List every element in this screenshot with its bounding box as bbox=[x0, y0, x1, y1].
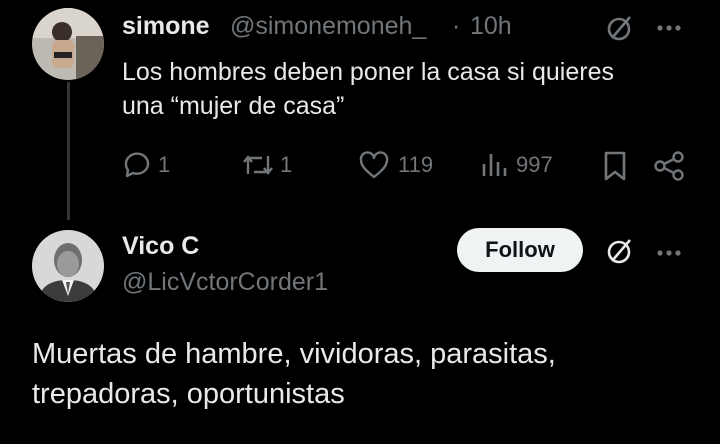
views-count: 997 bbox=[516, 152, 553, 177]
reply-icon bbox=[124, 152, 150, 178]
reply-button[interactable]: 1 bbox=[122, 150, 170, 180]
tweet2-handle[interactable]: @LicVctorCorder1 bbox=[122, 268, 328, 297]
bookmark-icon[interactable] bbox=[602, 150, 628, 187]
grok-icon[interactable] bbox=[606, 237, 634, 270]
repost-button[interactable]: 1 bbox=[240, 150, 292, 180]
avatar-simone[interactable] bbox=[32, 8, 104, 80]
tweet1-text-line2: una “mujer de casa” bbox=[122, 92, 345, 120]
like-button[interactable]: 119 bbox=[358, 150, 433, 180]
more-options-icon[interactable] bbox=[656, 245, 686, 263]
grok-icon[interactable] bbox=[606, 14, 634, 47]
tweet2-text-line2: trepadoras, oportunistas bbox=[32, 378, 345, 410]
tweet1-separator: · bbox=[452, 12, 461, 40]
share-icon[interactable] bbox=[652, 150, 686, 187]
tweet1-text-line1: Los hombres deben poner la casa si quier… bbox=[122, 58, 614, 86]
tweet2-text-line1: Muertas de hambre, vividoras, parasitas, bbox=[32, 338, 556, 370]
avatar-photo bbox=[32, 8, 104, 80]
views-icon bbox=[482, 154, 507, 176]
tweet1-handle[interactable]: @simonemoneh_ bbox=[230, 12, 426, 41]
thread-line bbox=[67, 82, 70, 220]
views-button[interactable]: 997 bbox=[480, 150, 553, 180]
avatar-photo bbox=[32, 230, 104, 302]
tweet2-display-name[interactable]: Vico C bbox=[122, 232, 199, 261]
like-count: 119 bbox=[398, 152, 434, 177]
avatar-vico-c[interactable] bbox=[32, 230, 104, 302]
more-options-icon[interactable] bbox=[656, 20, 686, 38]
repost-icon bbox=[243, 155, 273, 175]
reply-count: 1 bbox=[158, 152, 171, 177]
tweet1-display-name[interactable]: simone bbox=[122, 12, 210, 41]
heart-icon bbox=[359, 151, 389, 179]
follow-button[interactable]: Follow bbox=[457, 228, 583, 272]
repost-count: 1 bbox=[280, 152, 293, 177]
tweet1-time[interactable]: 10h bbox=[470, 12, 512, 41]
